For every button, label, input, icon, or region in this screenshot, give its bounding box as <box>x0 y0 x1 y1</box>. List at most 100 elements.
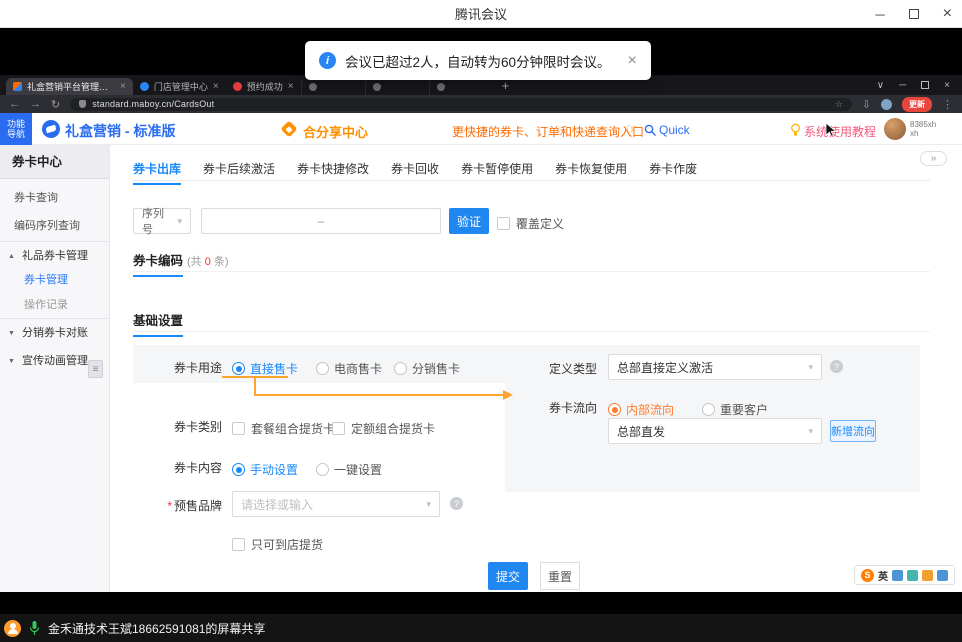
close-icon[interactable]: × <box>943 5 952 23</box>
browser-maximize-icon[interactable] <box>921 81 929 89</box>
tab-label: 门店管理中心 <box>154 80 208 93</box>
tab-close-icon[interactable]: × <box>288 81 294 92</box>
security-icon <box>79 100 86 108</box>
sidebar-group-gift-card-mgmt[interactable]: ▲ 礼品券卡管理 <box>8 245 88 267</box>
nav-line: 功能 <box>7 119 25 129</box>
tab-close-icon[interactable]: × <box>120 81 126 92</box>
refresh-icon[interactable]: ↻ <box>51 98 60 111</box>
reset-button[interactable]: 重置 <box>540 562 580 590</box>
browser-tab[interactable]: 预约成功 × <box>226 78 301 95</box>
section-title: 券卡编码 <box>133 250 183 277</box>
panel-collapse-button[interactable]: » <box>920 151 947 166</box>
browser-tab[interactable]: 门店管理中心 × <box>133 78 226 95</box>
content-label: 券卡内容 <box>117 459 222 476</box>
ime-toolbox-icon[interactable] <box>922 570 933 581</box>
menu-icon: ≡ <box>93 364 99 375</box>
brand-help-icon[interactable]: ? <box>450 497 463 510</box>
download-icon[interactable]: ⇩ <box>862 98 871 111</box>
sidebar-item-card-query[interactable]: 券卡查询 <box>14 187 58 209</box>
radio-direct-sale[interactable]: 直接售卡 <box>232 360 298 377</box>
back-icon[interactable]: ← <box>9 98 20 110</box>
radio-icon <box>702 403 715 416</box>
caret-down-icon: ▼ <box>8 358 15 365</box>
tab-label: 预约成功 <box>247 80 283 93</box>
promo-text[interactable]: 更快捷的券卡、订单和快递查询入口 <box>452 123 644 140</box>
browser-menu-icon[interactable]: ⋮ <box>942 98 953 111</box>
override-definition-checkbox[interactable]: 覆盖定义 <box>497 215 564 232</box>
flow-select[interactable]: 总部直发 ▾ <box>608 418 822 444</box>
sidebar-group-promo-animation[interactable]: ▼ 宣传动画管理 <box>8 350 88 372</box>
select-value: 总部直接定义激活 <box>617 359 713 376</box>
browser-minimize-icon[interactable]: ─ <box>899 80 906 91</box>
verify-button[interactable]: 验证 <box>449 208 489 234</box>
update-button[interactable]: 更新 <box>902 97 932 112</box>
definition-type-help-icon[interactable]: ? <box>830 360 843 373</box>
submit-button[interactable]: 提交 <box>488 562 528 590</box>
radio-label: 重要客户 <box>720 401 768 418</box>
bookmark-star-icon[interactable]: ☆ <box>835 99 843 110</box>
browser-tab[interactable] <box>429 78 493 95</box>
ime-keyboard-icon[interactable] <box>892 570 903 581</box>
checkbox-package-combo-card[interactable]: 套餐组合提货卡 <box>232 420 335 437</box>
tab-search-icon[interactable]: ∨ <box>877 80 884 91</box>
new-tab-icon[interactable]: + <box>502 78 510 93</box>
checkbox-store-pickup-only[interactable]: 只可到店提货 <box>232 536 323 553</box>
radio-ecommerce-sale[interactable]: 电商售卡 <box>316 360 382 377</box>
sidebar-item-label: 券卡管理 <box>24 274 68 286</box>
card-flow-label: 券卡流向 <box>492 399 597 416</box>
count-prefix: (共 <box>187 256 205 268</box>
minimize-icon[interactable]: ─ <box>875 7 884 22</box>
sidebar-group-distribution-reconcile[interactable]: ▼ 分销券卡对账 <box>8 322 88 344</box>
browser-tab[interactable] <box>301 78 365 95</box>
radio-manual-setup[interactable]: 手动设置 <box>232 461 298 478</box>
ime-language-indicator[interactable]: 英 <box>878 568 888 583</box>
meeting-toast: i 会议已超过2人，自动转为60分钟限时会议。 × <box>305 41 651 80</box>
user-avatar[interactable] <box>884 118 906 140</box>
section-divider <box>133 271 930 272</box>
sidebar-item-code-sequence-query[interactable]: 编码序列查询 <box>14 215 80 237</box>
share-center-icon <box>281 121 298 138</box>
brand-select[interactable]: 请选择或输入 ▾ <box>232 491 440 517</box>
definition-type-label: 定义类型 <box>492 360 597 377</box>
browser-tab[interactable] <box>365 78 429 95</box>
ime-handwriting-icon[interactable] <box>907 570 918 581</box>
serial-select[interactable]: 序列号 ▾ <box>133 208 191 234</box>
tab-favicon <box>140 82 149 91</box>
quick-search-link[interactable]: Quick <box>659 123 690 137</box>
radio-internal-flow[interactable]: 内部流向 <box>608 401 674 418</box>
radio-label: 直接售卡 <box>250 360 298 377</box>
radio-label: 手动设置 <box>250 461 298 478</box>
radio-selected-icon <box>232 362 245 375</box>
chevron-down-icon: ▾ <box>177 216 182 227</box>
radio-important-customer[interactable]: 重要客户 <box>702 401 768 418</box>
forward-icon[interactable]: → <box>30 98 41 110</box>
tutorial-link[interactable]: 系统使用教程 <box>804 123 876 140</box>
browser-close-icon[interactable]: × <box>944 80 950 91</box>
sidebar-title: 券卡中心 <box>0 145 109 179</box>
select-value: 序列号 <box>142 205 171 237</box>
add-flow-button[interactable]: 新增流向 <box>830 420 876 442</box>
toast-close-icon[interactable]: × <box>628 52 637 70</box>
code-range-input[interactable]: – <box>201 208 441 234</box>
share-center-link[interactable]: 合分享中心 <box>303 122 368 141</box>
maximize-icon[interactable] <box>909 9 919 19</box>
checkbox-icon <box>332 422 345 435</box>
browser-profile-icon[interactable] <box>881 99 892 110</box>
ime-settings-icon[interactable] <box>937 570 948 581</box>
button-label: 新增流向 <box>831 423 875 439</box>
checkbox-label: 套餐组合提货卡 <box>251 420 335 437</box>
checkbox-fixed-combo-card[interactable]: 定额组合提货卡 <box>332 420 435 437</box>
definition-type-select[interactable]: 总部直接定义激活 ▾ <box>608 354 822 380</box>
lightbulb-icon <box>790 123 801 137</box>
sogou-logo-icon[interactable]: S <box>861 569 874 582</box>
function-nav-button[interactable]: 功能 导航 <box>0 113 32 145</box>
radio-distribution-sale[interactable]: 分销售卡 <box>394 360 460 377</box>
address-bar[interactable]: standard.maboy.cn/CardsOut ☆ <box>70 98 852 111</box>
sidebar-collapse-handle[interactable]: ≡ <box>88 360 103 378</box>
required-mark: * <box>167 499 172 513</box>
sidebar-item-card-management[interactable]: 券卡管理 <box>24 269 68 291</box>
radio-onekey-setup[interactable]: 一键设置 <box>316 461 382 478</box>
tab-close-icon[interactable]: × <box>213 81 219 92</box>
browser-tab-active[interactable]: 礼盒营销平台管理中心 × <box>6 78 133 95</box>
sidebar-item-operation-log[interactable]: 操作记录 <box>24 294 68 316</box>
